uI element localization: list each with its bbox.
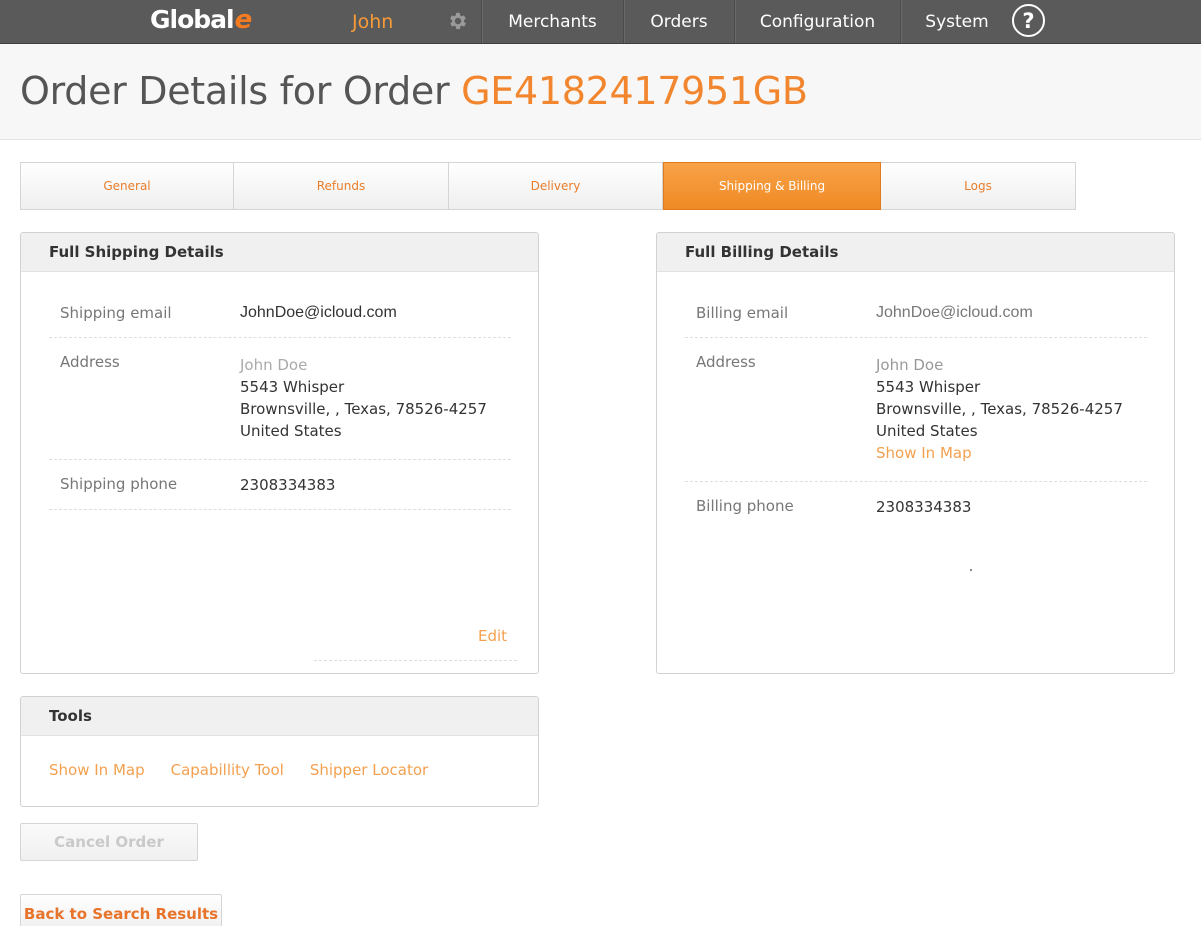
tool-shipper-locator-link[interactable]: Shipper Locator [310,761,428,779]
billing-country: United States [876,422,978,440]
shipping-address-row: Address John Doe 5543 Whisper Brownsvill… [49,338,511,460]
user-name[interactable]: John [352,11,393,33]
tab-delivery[interactable]: Delivery [449,163,663,209]
billing-email-label: Billing email [696,304,789,322]
nav-system[interactable]: System [900,0,1013,43]
billing-phone-value: 2308334383 [876,498,972,516]
billing-details-panel: Full Billing Details Billing email JohnD… [656,232,1175,674]
shipping-details-panel: Full Shipping Details Shipping email Joh… [20,232,539,674]
tab-refunds[interactable]: Refunds [234,163,449,209]
tools-links: Show In Map Capabillity Tool Shipper Loc… [49,761,454,779]
page-title: Order Details for Order GE4182417951GB [20,69,808,113]
nav-configuration[interactable]: Configuration [734,0,900,43]
shipping-country: United States [240,422,342,440]
billing-address-row: Address John Doe 5543 Whisper Brownsvill… [685,338,1147,482]
tool-capability-link[interactable]: Capabillity Tool [171,761,284,779]
shipping-address-value: John Doe 5543 Whisper Brownsville, , Tex… [240,354,487,442]
top-navigation-bar: Global e John Merchants Orders Configurat… [0,0,1201,44]
tab-general[interactable]: General [21,163,234,209]
logo-text: Global [150,5,235,34]
billing-show-in-map-link[interactable]: Show In Map [876,442,1123,464]
tools-panel: Tools Show In Map Capabillity Tool Shipp… [20,696,539,807]
billing-street: 5543 Whisper [876,378,981,396]
billing-email-text: JohnDoe@icloud.com [876,304,1033,321]
page-title-prefix: Order Details for Order [20,69,462,113]
tab-shipping-billing[interactable]: Shipping & Billing [663,162,881,210]
shipping-phone-value: 2308334383 [240,476,336,494]
nav-orders[interactable]: Orders [623,0,734,43]
logo-accent: e [234,5,253,35]
tool-show-in-map-link[interactable]: Show In Map [49,761,145,779]
main-nav: Merchants Orders Configuration System [481,0,1013,43]
order-tabs: General Refunds Delivery Shipping & Bill… [20,162,1076,210]
shipping-phone-row: Shipping phone 2308334383 [49,460,511,510]
shipping-panel-title: Full Shipping Details [21,233,538,272]
divider [314,660,517,661]
billing-panel-title: Full Billing Details [657,233,1174,272]
billing-address-label: Address [696,353,756,371]
shipping-address-label: Address [60,353,120,371]
gear-icon[interactable] [447,10,469,32]
shipping-email-value: JohnDoe@icloud.com [240,301,397,324]
shipping-city-line: Brownsville, , Texas, 78526-4257 [240,400,487,418]
billing-phone-label: Billing phone [696,497,794,515]
shipping-email-label: Shipping email [60,304,172,322]
order-id: GE4182417951GB [461,69,808,113]
nav-merchants[interactable]: Merchants [481,0,623,43]
dot-marker [970,569,972,571]
billing-name: John Doe [876,356,944,374]
billing-email-row: Billing email JohnDoe@icloud.com [685,289,1147,338]
cancel-order-button[interactable]: Cancel Order [20,823,198,861]
shipping-street: 5543 Whisper [240,378,345,396]
shipping-email-text: JohnDoe@icloud.com [240,304,397,321]
tab-logs[interactable]: Logs [881,163,1075,209]
shipping-name: John Doe [240,356,308,374]
billing-address-value: John Doe 5543 Whisper Brownsville, , Tex… [876,354,1123,464]
billing-city-line: Brownsville, , Texas, 78526-4257 [876,400,1123,418]
back-to-search-results-button[interactable]: Back to Search Results [20,894,222,926]
billing-phone-row: Billing phone 2308334383 [685,482,1147,532]
edit-shipping-link[interactable]: Edit [478,627,507,645]
shipping-phone-label: Shipping phone [60,475,178,493]
shipping-email-row: Shipping email JohnDoe@icloud.com [49,289,511,338]
tools-panel-title: Tools [21,697,538,736]
billing-email-value: JohnDoe@icloud.com [876,301,1033,324]
globale-logo[interactable]: Global e [150,5,253,39]
help-icon[interactable]: ? [1012,4,1045,37]
